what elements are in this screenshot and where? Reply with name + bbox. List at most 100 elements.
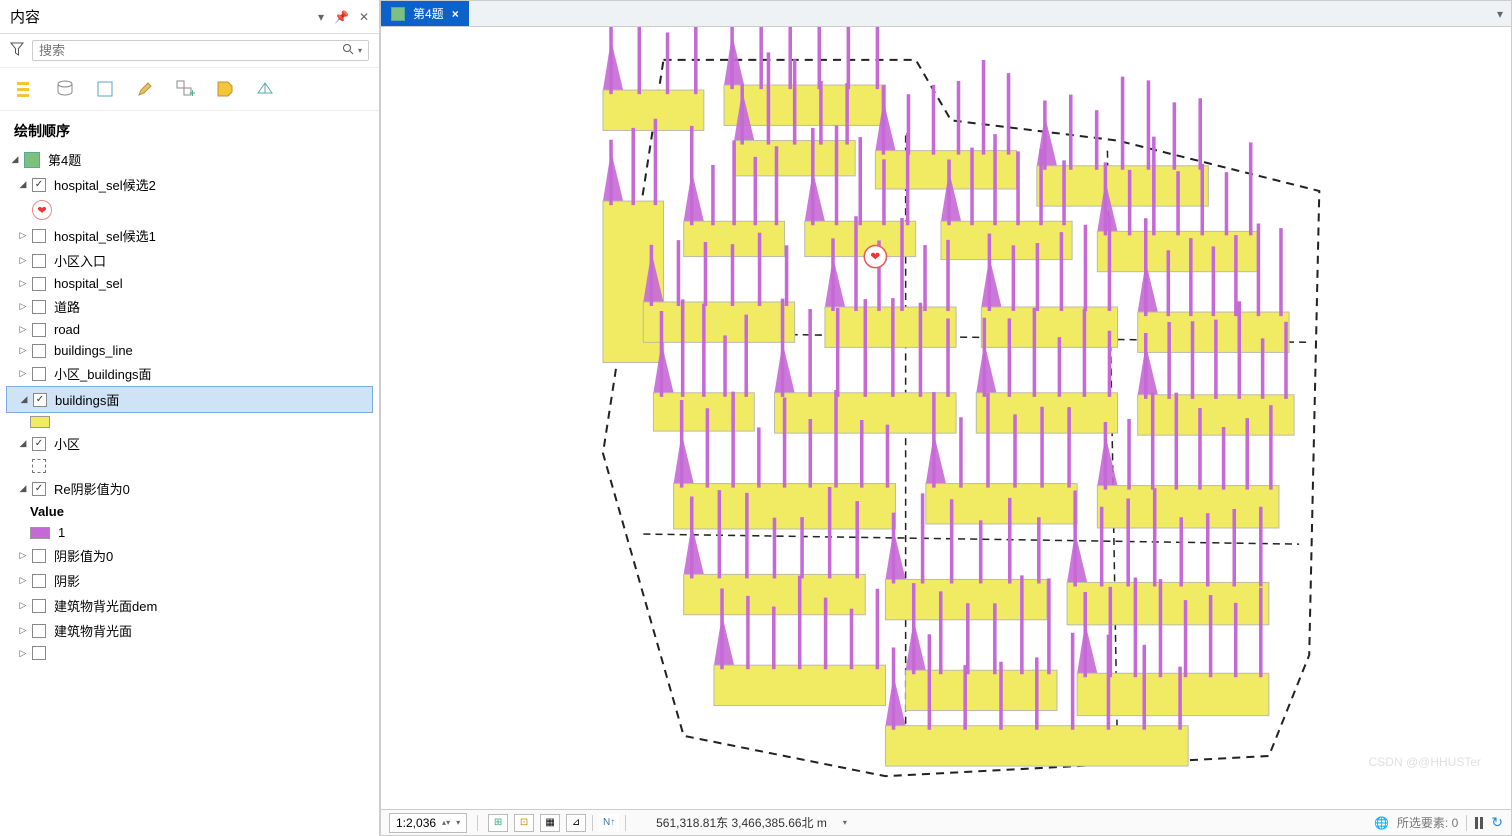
layer-node[interactable]: ▷建筑物背光面dem [6, 593, 373, 618]
expand-icon[interactable]: ▷ [18, 575, 28, 586]
yellow-swatch [30, 416, 50, 428]
expand-icon[interactable]: ▷ [18, 345, 28, 356]
map-canvas[interactable]: [ [220,60,100,40,4],[340,55,160,40,6],[3… [381, 27, 1511, 809]
dynamic-con-icon[interactable]: ⊿ [566, 814, 586, 832]
collapse-icon[interactable]: ◢ [18, 438, 28, 449]
globe-icon[interactable]: 🌐 [1374, 816, 1389, 830]
coords-dropdown-icon[interactable]: ▾ [843, 818, 847, 827]
layer-checkbox[interactable] [32, 646, 46, 660]
list-by-snapping-icon[interactable]: + [174, 78, 196, 100]
svg-text:+: + [189, 86, 195, 99]
map-icon [391, 7, 405, 21]
symbol-row[interactable] [6, 413, 373, 431]
grid-icon[interactable]: ▦ [540, 814, 560, 832]
layer-node[interactable]: ▷小区_buildings面 [6, 361, 373, 386]
layer-node[interactable]: ▷阴影 [6, 568, 373, 593]
watermark: CSDN @@HHUSTer [1369, 755, 1481, 769]
toc-toolbar: + [0, 68, 379, 111]
layer-checkbox[interactable] [32, 277, 46, 291]
separator [477, 815, 478, 831]
layer-node[interactable]: ◢ hospital_sel候选2 [6, 172, 373, 197]
snapping-icon[interactable]: ⊡ [514, 814, 534, 832]
pane-title: 内容 [10, 6, 40, 27]
collapse-icon[interactable]: ◢ [19, 394, 29, 405]
coordinates-readout: 561,318.81东 3,466,385.66北 m [656, 814, 827, 831]
collapse-icon[interactable]: ◢ [10, 154, 20, 165]
layer-checkbox[interactable] [32, 367, 46, 381]
map-view-container: 第4题 × ▾ [ [220,60,100,40,4],[340,55,160,… [380, 0, 1512, 836]
layer-checkbox[interactable] [32, 229, 46, 243]
symbol-row[interactable]: 1 [6, 522, 373, 543]
layer-node[interactable]: ▷hospital_sel候选1 [6, 223, 373, 248]
layer-node[interactable]: ◢ Re阴影值为0 [6, 476, 373, 501]
filter-icon[interactable] [10, 42, 24, 59]
list-by-drawing-order-icon[interactable] [14, 78, 36, 100]
inner-boundary [643, 534, 1299, 544]
layer-node-selected[interactable]: ◢ buildings面 [6, 386, 373, 413]
search-dropdown-icon[interactable]: ▾ [358, 46, 362, 55]
layer-node[interactable]: ◢ 小区 [6, 431, 373, 456]
layer-node[interactable]: ▷道路 [6, 294, 373, 319]
layer-node[interactable]: ▷hospital_sel [6, 273, 373, 294]
separator [625, 815, 626, 831]
layer-node[interactable]: ▷ [6, 643, 373, 663]
layer-checkbox[interactable] [32, 344, 46, 358]
expand-icon[interactable]: ▷ [18, 600, 28, 611]
expand-icon[interactable]: ▷ [18, 324, 28, 335]
heart-icon: ❤ [32, 200, 52, 220]
list-by-source-icon[interactable] [54, 78, 76, 100]
layer-checkbox[interactable] [32, 300, 46, 314]
close-pane-icon[interactable]: ✕ [359, 10, 369, 24]
refresh-icon[interactable]: ↻ [1491, 814, 1503, 831]
scale-dropdown-icon[interactable]: ▾ [456, 818, 460, 827]
expand-icon[interactable]: ▷ [18, 550, 28, 561]
expand-icon[interactable]: ▷ [18, 301, 28, 312]
expand-icon[interactable]: ▷ [18, 648, 28, 659]
map-frame-node[interactable]: ◢ 第4题 [6, 147, 373, 172]
symbol-row[interactable]: ❤ [6, 197, 373, 223]
layer-node[interactable]: ▷buildings_line [6, 340, 373, 361]
expand-icon[interactable]: ▷ [18, 255, 28, 266]
correction-icon[interactable]: N↑ [599, 814, 619, 832]
layer-node[interactable]: ▷road [6, 319, 373, 340]
separator [1466, 815, 1467, 831]
hospital-marker: ❤ [864, 245, 886, 267]
layer-checkbox[interactable] [32, 323, 46, 337]
expand-icon[interactable]: ▷ [18, 278, 28, 289]
expand-icon[interactable]: ▷ [18, 368, 28, 379]
search-input[interactable] [39, 43, 342, 58]
map-tab[interactable]: 第4题 × [381, 1, 469, 26]
close-tab-icon[interactable]: × [452, 7, 459, 21]
tab-menu-icon[interactable]: ▾ [1489, 1, 1511, 26]
layer-checkbox[interactable] [32, 482, 46, 496]
collapse-icon[interactable]: ◢ [18, 179, 28, 190]
layer-checkbox[interactable] [32, 549, 46, 563]
list-by-selection-icon[interactable] [94, 78, 116, 100]
layer-checkbox[interactable] [32, 624, 46, 638]
expand-icon[interactable]: ▷ [18, 625, 28, 636]
symbol-row[interactable] [6, 456, 373, 476]
scale-stepper-icon[interactable]: ▴▾ [442, 818, 450, 827]
layer-checkbox[interactable] [32, 574, 46, 588]
list-by-labeling-icon[interactable] [214, 78, 236, 100]
collapse-icon[interactable]: ◢ [18, 483, 28, 494]
search-icon[interactable] [342, 43, 354, 58]
pause-draw-icon[interactable] [1475, 817, 1483, 829]
layer-checkbox[interactable] [32, 178, 46, 192]
expand-icon[interactable]: ▷ [18, 230, 28, 241]
scale-selector[interactable]: 1:2,036 ▴▾ ▾ [389, 813, 467, 833]
layer-node[interactable]: ▷小区入口 [6, 248, 373, 273]
layer-node[interactable]: ▷阴影值为0 [6, 543, 373, 568]
status-bar: 1:2,036 ▴▾ ▾ ⊞ ⊡ ▦ ⊿ N↑ 561,318.81东 3,46… [381, 809, 1511, 835]
snap-grid-icon[interactable]: ⊞ [488, 814, 508, 832]
layer-checkbox[interactable] [32, 599, 46, 613]
list-by-perspective-icon[interactable] [254, 78, 276, 100]
layer-checkbox[interactable] [33, 393, 47, 407]
separator [592, 815, 593, 831]
pin-icon[interactable]: 📌 [334, 10, 349, 24]
layer-node[interactable]: ▷建筑物背光面 [6, 618, 373, 643]
layer-checkbox[interactable] [32, 254, 46, 268]
list-by-editing-icon[interactable] [134, 78, 156, 100]
layer-checkbox[interactable] [32, 437, 46, 451]
dropdown-icon[interactable]: ▾ [318, 10, 324, 24]
